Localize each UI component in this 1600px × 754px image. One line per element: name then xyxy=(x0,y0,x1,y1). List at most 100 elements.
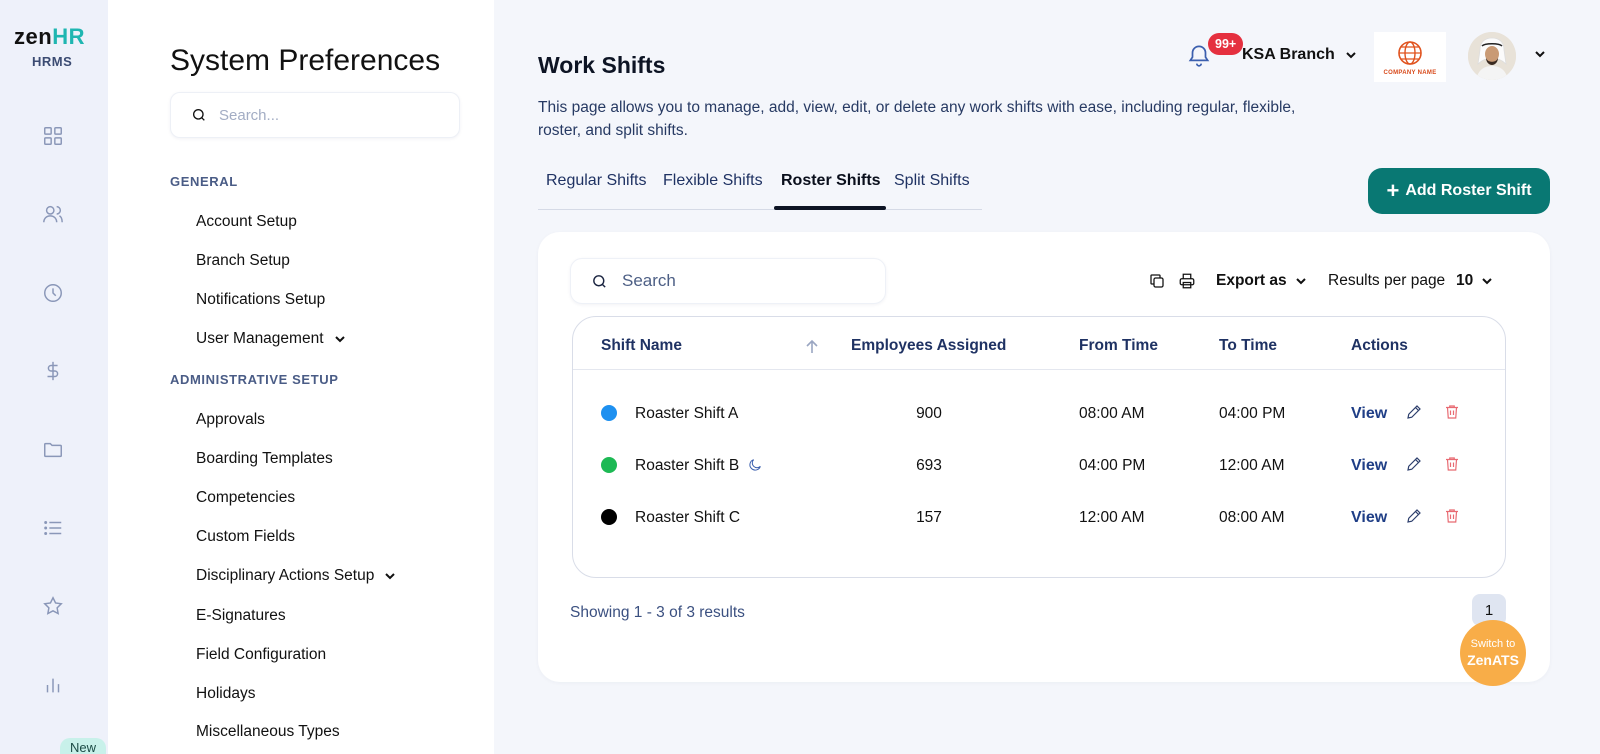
active-tab-indicator xyxy=(774,206,886,210)
to-time: 08:00 AM xyxy=(1219,509,1285,526)
results-per-page-label: Results per page xyxy=(1328,272,1446,289)
to-time: 04:00 PM xyxy=(1219,405,1286,422)
shift-name: Roaster Shift A xyxy=(635,405,739,422)
table-search-input[interactable] xyxy=(622,271,862,291)
search-icon xyxy=(193,109,205,121)
chevron-down-icon xyxy=(385,573,396,580)
from-time: 08:00 AM xyxy=(1079,405,1145,422)
edit-pencil-icon[interactable] xyxy=(1405,403,1423,421)
menu-item-competencies[interactable]: Competencies xyxy=(196,489,295,507)
settings-search-box[interactable] xyxy=(170,92,460,138)
chevron-down-icon xyxy=(334,336,345,343)
results-per-page-select[interactable]: 10 xyxy=(1456,272,1493,290)
new-badge: New xyxy=(60,738,107,754)
settings-panel: System Preferences GENERAL Account Setup… xyxy=(108,0,494,754)
view-link[interactable]: View xyxy=(1351,405,1387,423)
column-header-from-time[interactable]: From Time xyxy=(1079,337,1158,355)
export-as-dropdown[interactable]: Export as xyxy=(1216,272,1307,290)
menu-item-account-setup[interactable]: Account Setup xyxy=(196,213,297,231)
print-icon[interactable] xyxy=(1178,272,1198,292)
table-row: Roaster Shift B 693 04:00 PM 12:00 AM Vi… xyxy=(573,445,1505,485)
list-icon[interactable] xyxy=(40,515,66,541)
sort-arrow-icon[interactable] xyxy=(805,339,819,355)
chevron-down-icon xyxy=(1482,278,1492,285)
hrms-label: HRMS xyxy=(32,54,73,69)
page-description: This page allows you to manage, add, vie… xyxy=(538,99,1296,139)
zenhr-logo[interactable]: zenHR xyxy=(14,24,85,50)
to-time: 12:00 AM xyxy=(1219,457,1285,474)
settings-search-input[interactable] xyxy=(219,106,439,124)
menu-item-branch-setup[interactable]: Branch Setup xyxy=(196,252,290,270)
from-time: 04:00 PM xyxy=(1079,457,1146,474)
folder-icon[interactable] xyxy=(40,437,66,463)
chevron-down-icon xyxy=(1295,278,1306,285)
menu-item-field-configuration[interactable]: Field Configuration xyxy=(196,646,326,664)
notification-count-badge: 99+ xyxy=(1208,33,1244,55)
edit-pencil-icon[interactable] xyxy=(1405,455,1423,473)
page-title: Work Shifts xyxy=(538,52,666,78)
globe-icon xyxy=(1398,41,1422,65)
switch-to-zenats-button[interactable]: Switch to ZenATS xyxy=(1460,620,1526,686)
chart-icon[interactable] xyxy=(40,672,66,698)
people-icon[interactable] xyxy=(40,201,66,227)
star-icon[interactable] xyxy=(40,593,66,619)
moon-night-shift-icon xyxy=(749,459,761,471)
tab-roster-shifts[interactable]: Roster Shifts xyxy=(781,172,881,190)
copy-icon[interactable] xyxy=(1148,272,1168,292)
icon-rail: zenHR HRMS New xyxy=(0,0,108,754)
menu-item-user-management[interactable]: User Management xyxy=(196,330,346,348)
chevron-down-icon[interactable] xyxy=(1534,48,1546,60)
search-icon xyxy=(593,274,606,288)
administrative-heading: ADMINISTRATIVE SETUP xyxy=(170,372,339,387)
column-header-shift-name[interactable]: Shift Name xyxy=(601,337,682,355)
column-header-actions: Actions xyxy=(1351,337,1408,354)
general-heading: GENERAL xyxy=(170,174,238,189)
shift-tabs: Regular Shifts Flexible Shifts Roster Sh… xyxy=(538,166,982,210)
edit-pencil-icon[interactable] xyxy=(1405,507,1423,525)
menu-item-holidays[interactable]: Holidays xyxy=(196,685,255,703)
column-header-employees-assigned[interactable]: Employees Assigned xyxy=(851,337,1006,355)
column-header-to-time[interactable]: To Time xyxy=(1219,337,1277,355)
plus-icon: + xyxy=(1386,178,1400,203)
table-row: Roaster Shift C 157 12:00 AM 08:00 AM Vi… xyxy=(573,497,1505,537)
shift-color-dot xyxy=(601,509,617,525)
menu-item-boarding-templates[interactable]: Boarding Templates xyxy=(196,450,333,468)
view-link[interactable]: View xyxy=(1351,509,1387,527)
clock-icon[interactable] xyxy=(40,280,66,306)
shifts-table: Shift Name Employees Assigned From Time … xyxy=(572,316,1506,578)
chevron-down-icon xyxy=(1346,52,1356,59)
tab-flexible-shifts[interactable]: Flexible Shifts xyxy=(663,172,763,190)
company-logo: COMPANY NAME xyxy=(1374,32,1446,82)
shift-color-dot xyxy=(601,405,617,421)
view-link[interactable]: View xyxy=(1351,457,1387,475)
dashboard-icon[interactable] xyxy=(40,123,66,149)
menu-item-e-signatures[interactable]: E-Signatures xyxy=(196,607,286,625)
user-avatar[interactable] xyxy=(1468,32,1516,80)
from-time: 12:00 AM xyxy=(1079,509,1145,526)
table-search-box[interactable] xyxy=(570,258,886,304)
delete-trash-icon[interactable] xyxy=(1443,403,1461,421)
shift-name: Roaster Shift C xyxy=(635,509,741,526)
shift-name: Roaster Shift B xyxy=(635,457,740,474)
employees-assigned: 693 xyxy=(916,457,942,474)
menu-item-approvals[interactable]: Approvals xyxy=(196,411,265,429)
employees-assigned: 157 xyxy=(916,509,942,526)
menu-item-custom-fields[interactable]: Custom Fields xyxy=(196,528,295,546)
dollar-icon[interactable] xyxy=(40,358,66,384)
main-content: Work Shifts This page allows you to mana… xyxy=(494,0,1600,754)
tab-split-shifts[interactable]: Split Shifts xyxy=(894,172,970,190)
menu-item-disciplinary-actions[interactable]: Disciplinary Actions Setup xyxy=(196,567,396,585)
delete-trash-icon[interactable] xyxy=(1443,507,1461,525)
menu-item-miscellaneous-types[interactable]: Miscellaneous Types xyxy=(196,723,340,741)
shift-color-dot xyxy=(601,457,617,473)
add-roster-shift-button[interactable]: + Add Roster Shift xyxy=(1368,168,1550,214)
header-divider xyxy=(573,369,1505,370)
results-summary: Showing 1 - 3 of 3 results xyxy=(570,604,745,621)
shifts-card: Export as Results per page 10 Shift Name… xyxy=(538,232,1550,682)
tab-regular-shifts[interactable]: Regular Shifts xyxy=(546,172,647,190)
table-row: Roaster Shift A 900 08:00 AM 04:00 PM Vi… xyxy=(573,393,1505,433)
delete-trash-icon[interactable] xyxy=(1443,455,1461,473)
menu-item-notifications-setup[interactable]: Notifications Setup xyxy=(196,291,325,309)
branch-selector[interactable]: KSA Branch xyxy=(1242,46,1357,64)
settings-title: System Preferences xyxy=(170,44,441,77)
